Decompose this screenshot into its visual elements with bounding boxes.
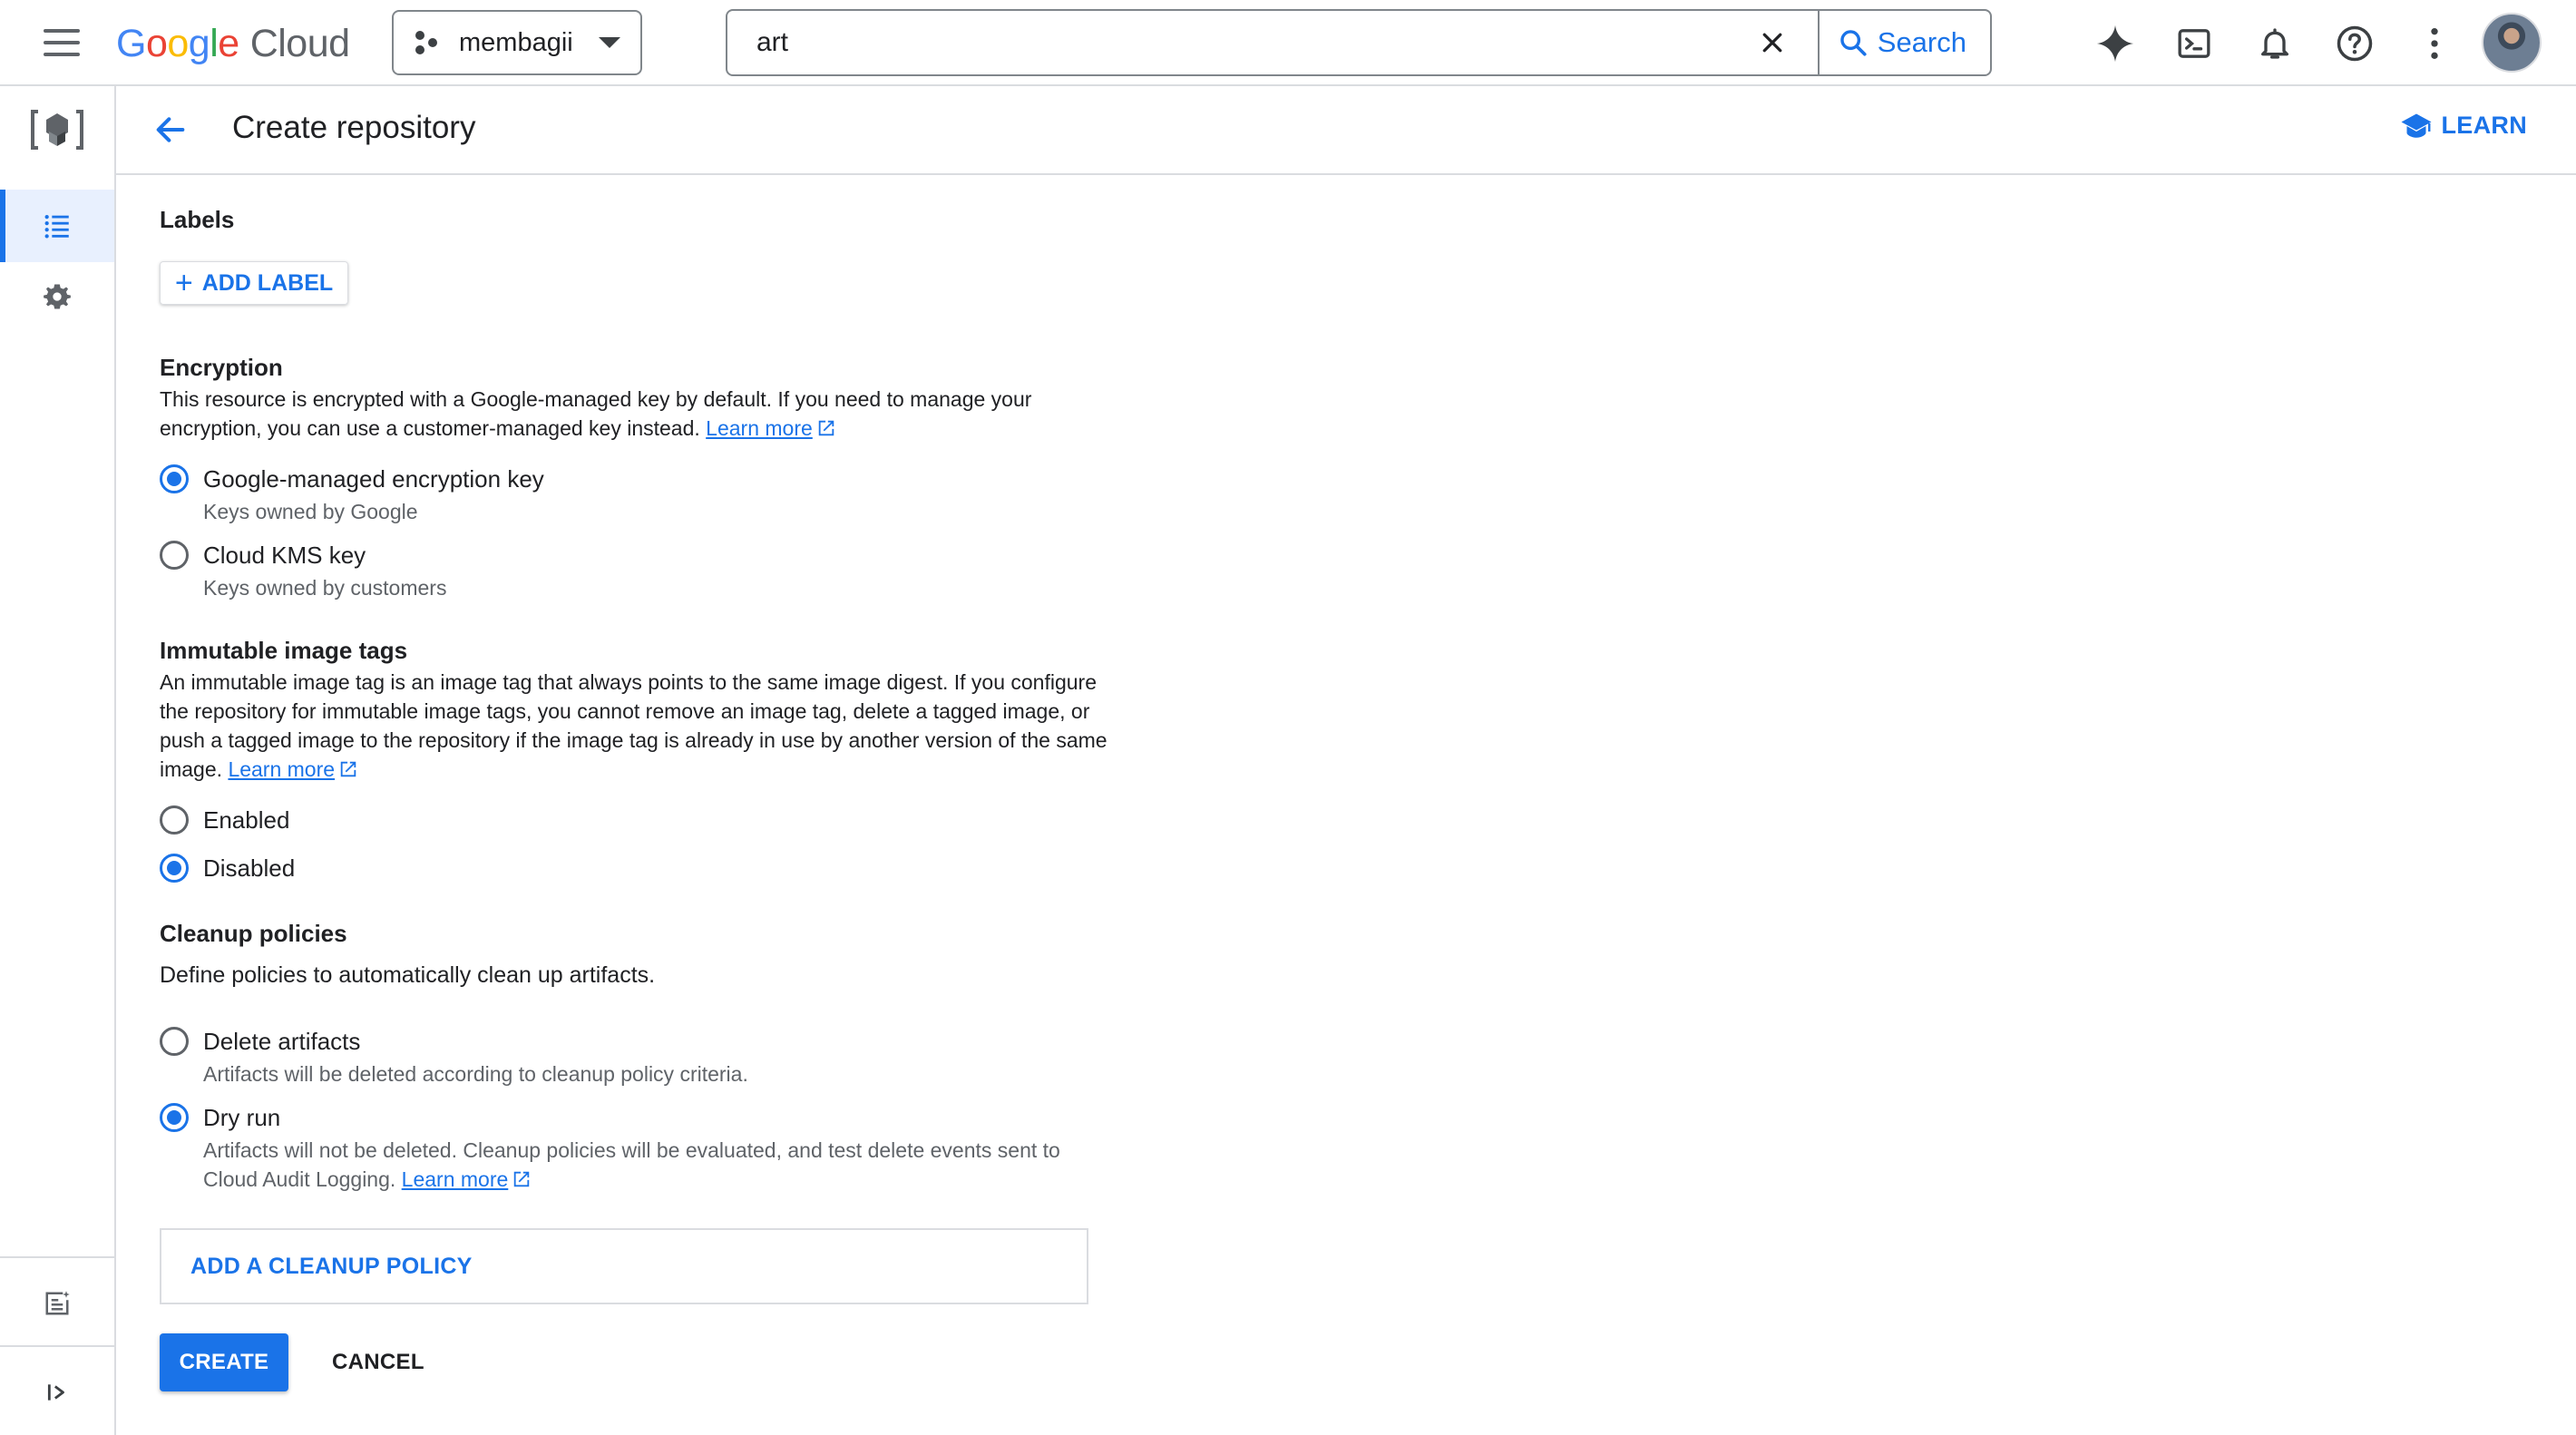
rail-item-repositories[interactable] xyxy=(0,190,114,262)
learn-button[interactable]: LEARN xyxy=(2400,112,2528,140)
list-icon xyxy=(44,214,69,239)
school-icon xyxy=(2401,113,2431,138)
radio-cloud-kms-key[interactable]: Cloud KMS key Keys owned by customers xyxy=(160,541,446,602)
cleanup-policies-title: Cleanup policies xyxy=(160,920,347,947)
left-nav-rail xyxy=(0,86,116,1435)
chevron-down-icon xyxy=(599,37,620,48)
immutable-learn-more-link[interactable]: Learn more xyxy=(228,757,335,781)
cleanup-learn-more-link[interactable]: Learn more xyxy=(402,1167,509,1191)
radio-button[interactable] xyxy=(160,541,189,570)
encryption-title: Encryption xyxy=(160,354,283,381)
radio-button-checked[interactable] xyxy=(160,464,189,493)
learn-label: LEARN xyxy=(2441,112,2527,139)
immutable-tags-description: An immutable image tag is an image tag t… xyxy=(160,670,1107,781)
radio-dry-run[interactable]: Dry run Artifacts will not be deleted. C… xyxy=(160,1103,1092,1194)
google-cloud-logo[interactable]: Go o g l e Cloud xyxy=(116,18,350,69)
radio-delete-artifacts[interactable]: Delete artifacts Artifacts will be delet… xyxy=(160,1027,748,1088)
open-in-new-icon xyxy=(514,1171,530,1187)
settings-gear-icon xyxy=(44,284,71,309)
radio-button-checked[interactable] xyxy=(160,1103,189,1132)
notifications-bell-icon[interactable] xyxy=(2249,18,2300,69)
search-input[interactable] xyxy=(727,11,1745,74)
project-hub-icon xyxy=(414,29,441,56)
radio-immutable-enabled[interactable]: Enabled xyxy=(160,805,289,835)
open-in-new-icon xyxy=(818,420,834,436)
project-name: membagii xyxy=(459,27,573,57)
gemini-sparkle-icon[interactable] xyxy=(2090,18,2141,69)
labels-title: Labels xyxy=(160,206,235,233)
help-icon[interactable] xyxy=(2329,18,2380,69)
open-in-new-icon xyxy=(340,761,356,777)
radio-google-managed-key[interactable]: Google-managed encryption key Keys owned… xyxy=(160,464,544,526)
radio-button-checked[interactable] xyxy=(160,854,189,883)
cloud-shell-icon[interactable] xyxy=(2169,18,2220,69)
cleanup-description: Define policies to automatically clean u… xyxy=(160,962,656,988)
search-bar: Search xyxy=(726,9,1992,76)
more-vert-icon[interactable] xyxy=(2409,18,2460,69)
immutable-tags-title: Immutable image tags xyxy=(160,637,408,664)
project-picker[interactable]: membagii xyxy=(392,10,642,75)
rail-item-settings[interactable] xyxy=(0,268,114,326)
search-button-label: Search xyxy=(1877,26,1966,58)
encryption-description: This resource is encrypted with a Google… xyxy=(160,387,1032,440)
add-label-button[interactable]: + ADD LABEL xyxy=(160,261,348,305)
rail-item-expand[interactable] xyxy=(0,1365,114,1420)
radio-immutable-disabled[interactable]: Disabled xyxy=(160,854,295,883)
radio-button[interactable] xyxy=(160,1027,189,1056)
artifact-registry-product-icon[interactable] xyxy=(0,101,114,159)
search-button[interactable]: Search xyxy=(1817,11,1990,74)
menu-icon[interactable] xyxy=(36,24,87,62)
release-notes-icon xyxy=(45,1291,70,1315)
plus-icon: + xyxy=(174,266,193,300)
create-button[interactable]: CREATE xyxy=(160,1333,288,1391)
cancel-button[interactable]: CANCEL xyxy=(332,1333,424,1391)
back-arrow-icon[interactable] xyxy=(147,106,194,153)
page-header: Create repository LEARN xyxy=(116,86,2576,175)
search-icon xyxy=(1840,30,1867,56)
clear-search-icon[interactable] xyxy=(1745,15,1800,70)
rail-item-release-notes[interactable] xyxy=(0,1276,114,1331)
add-cleanup-policy-button[interactable]: ADD A CLEANUP POLICY xyxy=(160,1228,1088,1304)
avatar[interactable] xyxy=(2482,13,2542,73)
add-label-text: ADD LABEL xyxy=(201,269,334,296)
page-title: Create repository xyxy=(232,110,476,145)
radio-button[interactable] xyxy=(160,805,189,835)
expand-panel-icon xyxy=(47,1384,64,1401)
top-app-bar: GoogleCloud membagii Search xyxy=(0,0,2576,86)
encryption-learn-more-link[interactable]: Learn more xyxy=(706,416,813,440)
